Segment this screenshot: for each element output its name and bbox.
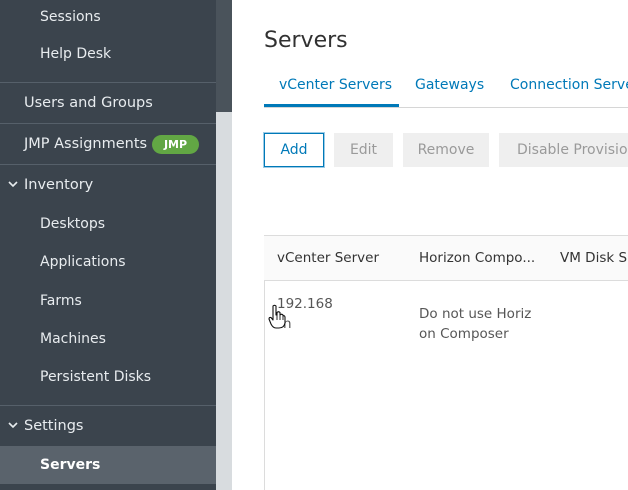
jmp-badge: JMP [152, 135, 199, 154]
tab-connection-servers[interactable]: Connection Servers [510, 77, 628, 93]
disable-provisioning-button[interactable]: Disable Provisioning [499, 133, 628, 167]
column-header-vcenter-server[interactable]: vCenter Server [277, 250, 379, 266]
chevron-down-icon[interactable] [8, 417, 18, 435]
tab-gateways[interactable]: Gateways [415, 77, 484, 93]
sidebar-item-persistent-disks[interactable]: Persistent Disks [40, 368, 216, 386]
tabs-divider [264, 107, 628, 108]
page-title: Servers [264, 28, 348, 53]
sidebar-item-settings[interactable]: Settings [24, 417, 216, 435]
add-button[interactable]: Add [264, 133, 324, 167]
sidebar-nav: Sessions Help Desk Users and Groups JMP … [0, 0, 216, 490]
column-header-vm-disk-space[interactable]: VM Disk Sp [560, 250, 628, 266]
sidebar-divider [0, 82, 216, 83]
sidebar-item-applications[interactable]: Applications [40, 253, 216, 271]
hand-pointer-cursor-icon [268, 304, 286, 329]
sidebar-item-farms[interactable]: Farms [40, 292, 216, 310]
cell-horizon-composer: Do not use Horiz on Composer [419, 304, 531, 344]
sidebar-divider [0, 164, 216, 165]
column-header-horizon-composer[interactable]: Horizon Compo... [419, 250, 535, 266]
sidebar-divider [0, 405, 216, 406]
sidebar-scrollbar-thumb[interactable] [216, 0, 232, 112]
cell-composer-line2: on Composer [419, 326, 509, 342]
sidebar-item-inventory[interactable]: Inventory [24, 176, 216, 194]
tab-vcenter-servers[interactable]: vCenter Servers [279, 77, 392, 93]
sidebar-item-users-and-groups[interactable]: Users and Groups [24, 94, 216, 112]
sidebar-item-machines[interactable]: Machines [40, 330, 216, 348]
sidebar-item-help-desk[interactable]: Help Desk [40, 45, 216, 63]
remove-button[interactable]: Remove [403, 133, 489, 167]
sidebar-divider [0, 123, 216, 124]
cell-composer-line1: Do not use Horiz [419, 306, 532, 322]
sidebar-item-sessions[interactable]: Sessions [40, 8, 216, 26]
edit-button[interactable]: Edit [334, 133, 393, 167]
sidebar-item-servers[interactable]: Servers [40, 456, 216, 474]
chevron-down-icon[interactable] [8, 176, 18, 194]
sidebar-item-desktops[interactable]: Desktops [40, 215, 216, 233]
